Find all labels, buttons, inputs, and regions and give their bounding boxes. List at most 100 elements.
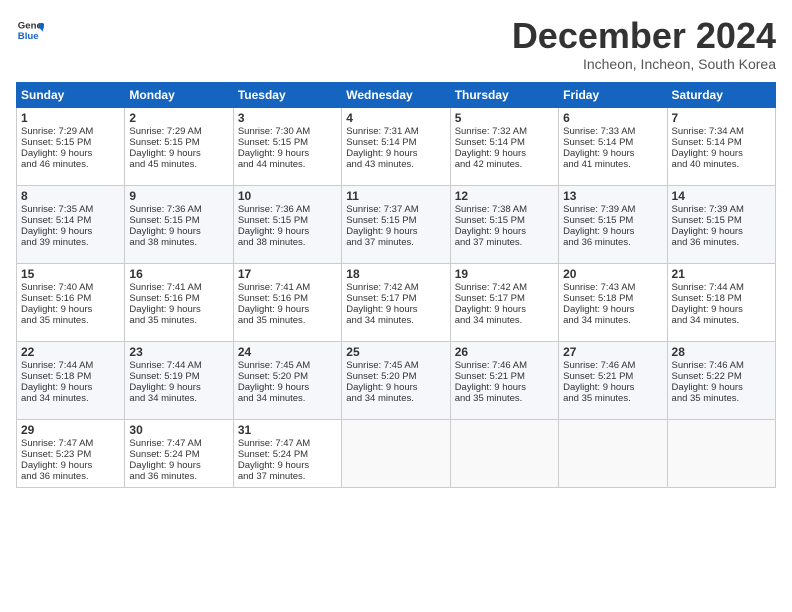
day-number: 3	[238, 111, 337, 125]
day-info: Daylight: 9 hours	[21, 460, 120, 471]
day-info: Daylight: 9 hours	[21, 304, 120, 315]
day-info: and 35 minutes.	[563, 393, 662, 404]
day-info: Daylight: 9 hours	[21, 226, 120, 237]
calendar-cell: 19Sunrise: 7:42 AMSunset: 5:17 PMDayligh…	[450, 263, 558, 341]
day-info: and 34 minutes.	[238, 393, 337, 404]
day-number: 19	[455, 267, 554, 281]
day-info: Daylight: 9 hours	[238, 304, 337, 315]
day-info: Sunrise: 7:42 AM	[455, 282, 554, 293]
calendar-cell: 6Sunrise: 7:33 AMSunset: 5:14 PMDaylight…	[559, 107, 667, 185]
calendar-cell: 20Sunrise: 7:43 AMSunset: 5:18 PMDayligh…	[559, 263, 667, 341]
day-info: Sunrise: 7:44 AM	[672, 282, 771, 293]
day-info: Sunrise: 7:42 AM	[346, 282, 445, 293]
day-info: Daylight: 9 hours	[129, 460, 228, 471]
day-info: and 41 minutes.	[563, 159, 662, 170]
calendar-cell: 12Sunrise: 7:38 AMSunset: 5:15 PMDayligh…	[450, 185, 558, 263]
day-info: Sunset: 5:20 PM	[346, 371, 445, 382]
day-info: Daylight: 9 hours	[672, 226, 771, 237]
day-info: Sunset: 5:15 PM	[672, 215, 771, 226]
day-info: Sunrise: 7:46 AM	[563, 360, 662, 371]
day-number: 14	[672, 189, 771, 203]
day-info: Sunset: 5:18 PM	[563, 293, 662, 304]
day-number: 16	[129, 267, 228, 281]
day-info: Sunset: 5:15 PM	[455, 215, 554, 226]
calendar-cell: 10Sunrise: 7:36 AMSunset: 5:15 PMDayligh…	[233, 185, 341, 263]
location-subtitle: Incheon, Incheon, South Korea	[512, 56, 776, 72]
day-number: 1	[21, 111, 120, 125]
day-number: 11	[346, 189, 445, 203]
day-info: Daylight: 9 hours	[455, 148, 554, 159]
day-info: Daylight: 9 hours	[238, 382, 337, 393]
day-info: Daylight: 9 hours	[455, 382, 554, 393]
day-number: 29	[21, 423, 120, 437]
calendar-cell: 4Sunrise: 7:31 AMSunset: 5:14 PMDaylight…	[342, 107, 450, 185]
day-info: Sunset: 5:18 PM	[672, 293, 771, 304]
day-info: Sunrise: 7:39 AM	[563, 204, 662, 215]
day-info: and 45 minutes.	[129, 159, 228, 170]
day-info: Sunrise: 7:45 AM	[346, 360, 445, 371]
calendar-cell	[342, 419, 450, 487]
day-info: and 34 minutes.	[563, 315, 662, 326]
column-header-friday: Friday	[559, 82, 667, 107]
day-info: Sunset: 5:21 PM	[563, 371, 662, 382]
day-info: Daylight: 9 hours	[346, 382, 445, 393]
day-number: 15	[21, 267, 120, 281]
day-info: and 37 minutes.	[346, 237, 445, 248]
day-info: Sunrise: 7:29 AM	[129, 126, 228, 137]
day-info: and 42 minutes.	[455, 159, 554, 170]
day-info: and 37 minutes.	[238, 471, 337, 482]
day-info: Daylight: 9 hours	[238, 460, 337, 471]
day-number: 12	[455, 189, 554, 203]
day-info: Sunset: 5:15 PM	[21, 137, 120, 148]
day-info: Daylight: 9 hours	[563, 226, 662, 237]
calendar-cell: 26Sunrise: 7:46 AMSunset: 5:21 PMDayligh…	[450, 341, 558, 419]
calendar-cell: 7Sunrise: 7:34 AMSunset: 5:14 PMDaylight…	[667, 107, 775, 185]
column-header-thursday: Thursday	[450, 82, 558, 107]
day-info: Sunset: 5:20 PM	[238, 371, 337, 382]
day-info: Daylight: 9 hours	[129, 148, 228, 159]
calendar-cell: 28Sunrise: 7:46 AMSunset: 5:22 PMDayligh…	[667, 341, 775, 419]
day-number: 21	[672, 267, 771, 281]
day-number: 13	[563, 189, 662, 203]
column-header-tuesday: Tuesday	[233, 82, 341, 107]
calendar-cell: 14Sunrise: 7:39 AMSunset: 5:15 PMDayligh…	[667, 185, 775, 263]
day-number: 26	[455, 345, 554, 359]
day-info: Sunset: 5:15 PM	[563, 215, 662, 226]
calendar-cell: 27Sunrise: 7:46 AMSunset: 5:21 PMDayligh…	[559, 341, 667, 419]
day-info: Sunset: 5:14 PM	[455, 137, 554, 148]
calendar-cell: 18Sunrise: 7:42 AMSunset: 5:17 PMDayligh…	[342, 263, 450, 341]
column-header-wednesday: Wednesday	[342, 82, 450, 107]
day-number: 30	[129, 423, 228, 437]
day-info: and 34 minutes.	[346, 393, 445, 404]
calendar-cell: 8Sunrise: 7:35 AMSunset: 5:14 PMDaylight…	[17, 185, 125, 263]
calendar-cell	[667, 419, 775, 487]
calendar-cell: 23Sunrise: 7:44 AMSunset: 5:19 PMDayligh…	[125, 341, 233, 419]
calendar-cell: 15Sunrise: 7:40 AMSunset: 5:16 PMDayligh…	[17, 263, 125, 341]
day-info: Sunrise: 7:46 AM	[455, 360, 554, 371]
day-info: and 36 minutes.	[672, 237, 771, 248]
title-block: December 2024 Incheon, Incheon, South Ko…	[512, 16, 776, 72]
day-info: Daylight: 9 hours	[238, 226, 337, 237]
calendar-cell: 13Sunrise: 7:39 AMSunset: 5:15 PMDayligh…	[559, 185, 667, 263]
day-info: Sunrise: 7:39 AM	[672, 204, 771, 215]
day-number: 17	[238, 267, 337, 281]
calendar-cell	[559, 419, 667, 487]
day-info: Daylight: 9 hours	[129, 382, 228, 393]
calendar-cell: 3Sunrise: 7:30 AMSunset: 5:15 PMDaylight…	[233, 107, 341, 185]
calendar-cell: 16Sunrise: 7:41 AMSunset: 5:16 PMDayligh…	[125, 263, 233, 341]
day-info: Daylight: 9 hours	[563, 382, 662, 393]
day-info: Daylight: 9 hours	[21, 382, 120, 393]
logo: General Blue	[16, 16, 44, 44]
calendar-cell: 1Sunrise: 7:29 AMSunset: 5:15 PMDaylight…	[17, 107, 125, 185]
day-info: Sunrise: 7:35 AM	[21, 204, 120, 215]
svg-text:Blue: Blue	[18, 31, 39, 42]
day-info: Sunset: 5:24 PM	[238, 449, 337, 460]
calendar-cell: 21Sunrise: 7:44 AMSunset: 5:18 PMDayligh…	[667, 263, 775, 341]
day-info: Sunset: 5:16 PM	[21, 293, 120, 304]
day-number: 6	[563, 111, 662, 125]
day-info: and 36 minutes.	[563, 237, 662, 248]
day-info: Sunrise: 7:40 AM	[21, 282, 120, 293]
day-info: Sunrise: 7:36 AM	[238, 204, 337, 215]
day-info: Daylight: 9 hours	[238, 148, 337, 159]
day-info: Sunrise: 7:41 AM	[238, 282, 337, 293]
